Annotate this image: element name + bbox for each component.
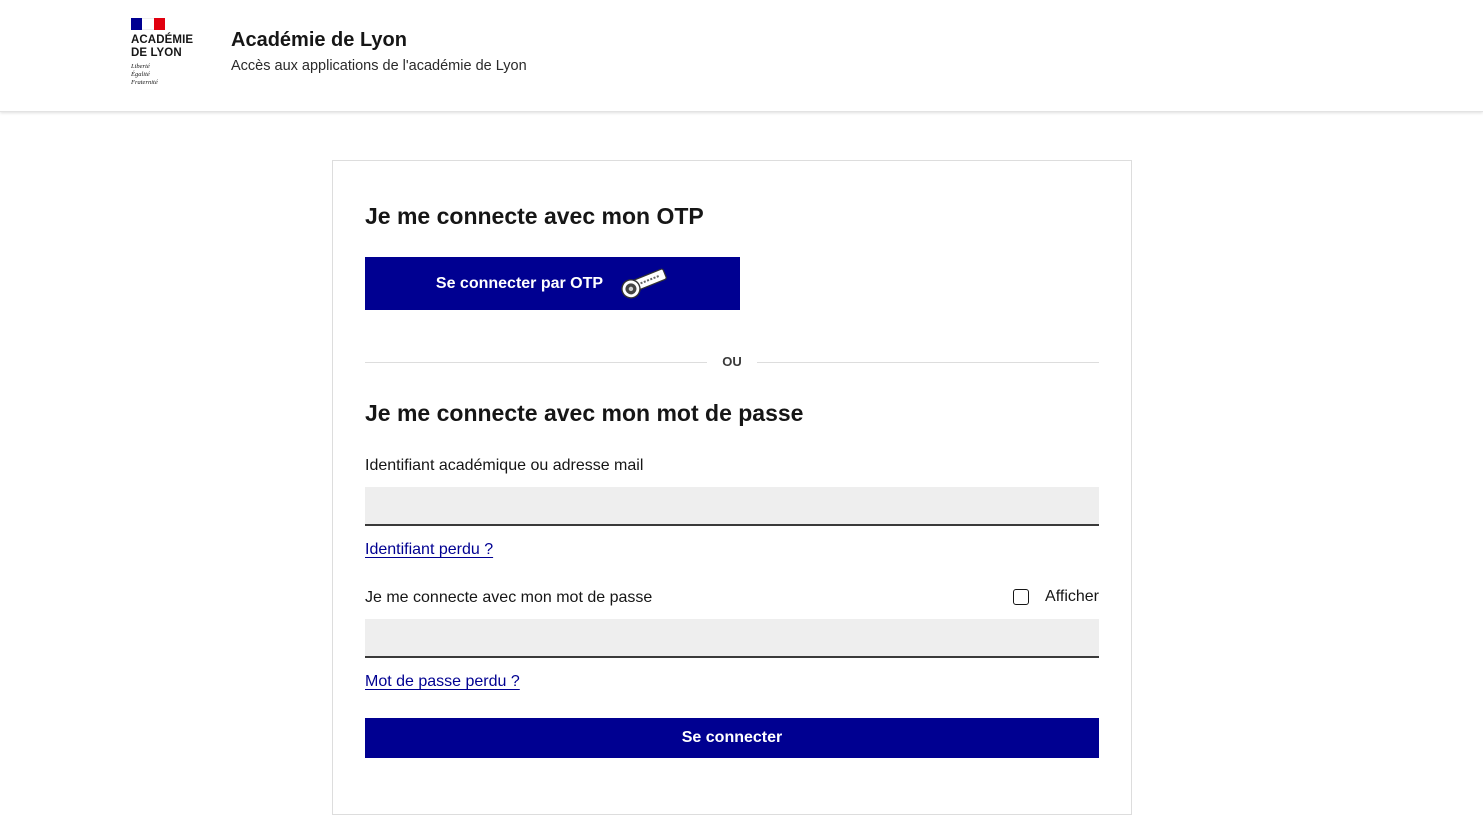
logo-name: ACADÉMIE DE LYON: [131, 34, 194, 59]
otp-login-button[interactable]: Se connecter par OTP: [365, 257, 740, 310]
site-title[interactable]: Académie de Lyon: [231, 29, 407, 52]
password-input[interactable]: [365, 619, 1099, 658]
lost-username-link[interactable]: Identifiant perdu ?: [365, 541, 493, 559]
lost-password-link[interactable]: Mot de passe perdu ?: [365, 673, 520, 691]
username-input[interactable]: [365, 487, 1099, 526]
login-submit-button[interactable]: Se connecter: [365, 718, 1099, 758]
show-password-checkbox[interactable]: [1013, 589, 1030, 605]
academie-logo[interactable]: ACADÉMIE DE LYON Liberté Égalité Fratern…: [131, 18, 211, 93]
logo-motto: Liberté Égalité Fraternité: [131, 63, 158, 86]
username-label: Identifiant académique ou adresse mail: [365, 457, 644, 474]
otp-button-label: Se connecter par OTP: [435, 274, 604, 292]
site-header: ACADÉMIE DE LYON Liberté Égalité Fratern…: [0, 0, 1483, 112]
or-label: OU: [722, 354, 742, 369]
or-separator: OU: [365, 354, 1099, 370]
password-label: Je me connecte avec mon mot de passe: [365, 589, 653, 606]
login-card: Je me connecte avec mon OTP Se connecter…: [332, 160, 1132, 815]
french-flag-icon: [131, 18, 165, 30]
otp-heading: Je me connecte avec mon OTP: [365, 203, 704, 229]
show-password-toggle[interactable]: Afficher: [1013, 588, 1099, 606]
show-password-label: Afficher: [1045, 588, 1099, 605]
otp-key-icon: [621, 268, 667, 299]
site-tagline: Accès aux applications de l'académie de …: [231, 58, 527, 74]
password-heading: Je me connecte avec mon mot de passe: [365, 400, 804, 426]
